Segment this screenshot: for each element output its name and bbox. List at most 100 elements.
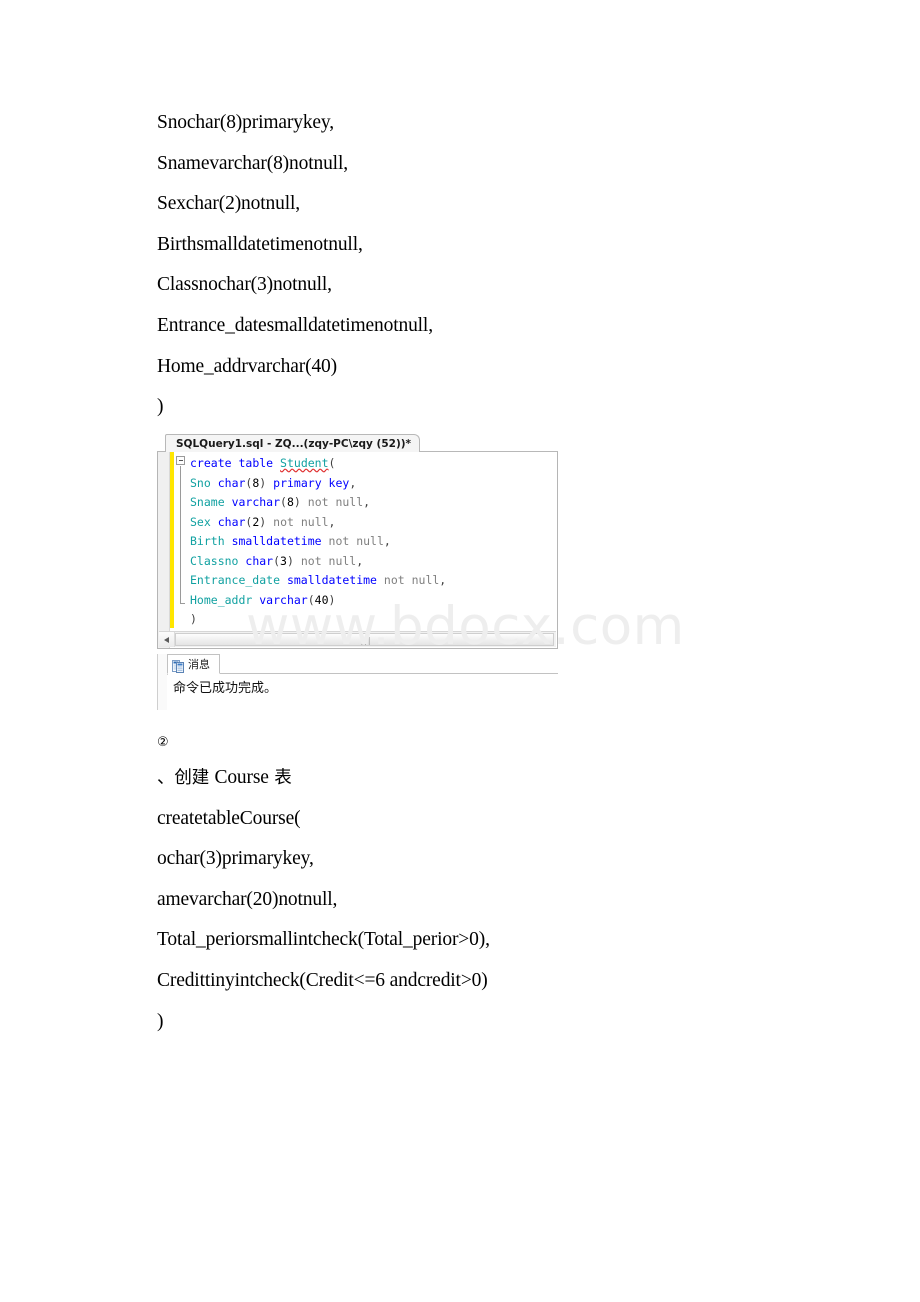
code-token: not null	[307, 495, 364, 509]
results-tabbar: 消息	[167, 654, 558, 674]
messages-grid-icon	[172, 658, 184, 673]
code-token: (	[280, 495, 287, 509]
messages-tab-label: 消息	[188, 658, 210, 671]
section-marker: ②	[157, 735, 169, 750]
code-token: ,	[328, 514, 336, 529]
code-token: Sno	[190, 475, 211, 490]
code-token: )	[259, 475, 274, 490]
code-token: ,	[363, 495, 371, 509]
code-token: )	[328, 592, 336, 607]
code-token: )	[190, 612, 197, 626]
doc-line: Entrance_datesmalldatetimenotnull,	[157, 314, 433, 336]
tab-messages[interactable]: 消息	[167, 654, 220, 674]
grip-dots-icon: |||	[360, 636, 372, 645]
doc-line: Classnochar(3)notnull,	[157, 274, 332, 296]
code-token: char	[217, 514, 246, 529]
doc-line: Snamevarchar(8)notnull,	[157, 152, 348, 174]
code-token: not null	[273, 514, 329, 529]
code-token: ,	[356, 553, 364, 568]
editor-tabstrip: SQLQuery1.sql - ZQ...(zqy-PC\zqy (52))*	[157, 432, 558, 452]
doc-line: )	[157, 1010, 164, 1032]
code-token: (	[273, 553, 281, 568]
code-line: Sname varchar(8) not null,	[190, 493, 446, 513]
sql-code-editor[interactable]: create table Student(Sno char(8) primary…	[157, 452, 558, 649]
code-line: )	[190, 610, 446, 630]
code-token: Home_addr	[190, 592, 253, 607]
code-token: (	[328, 456, 336, 470]
code-line: Sex char(2) not null,	[190, 513, 446, 533]
code-token: primary key	[273, 475, 350, 490]
doc-line: Credittinyintcheck(Credit<=6 andcredit>0…	[157, 969, 488, 991]
code-token: Entrance_date	[190, 573, 281, 587]
doc-line: ochar(3)primarykey,	[157, 848, 314, 870]
section-heading-lead: 、创建	[157, 768, 215, 788]
code-token: smalldatetime	[286, 573, 377, 587]
results-message-body: 命令已成功完成。	[167, 675, 558, 710]
code-token: smalldatetime	[231, 534, 322, 548]
tab-sqlquery1[interactable]: SQLQuery1.sql - ZQ...(zqy-PC\zqy (52))*	[165, 434, 421, 452]
code-token: )	[286, 553, 301, 568]
doc-line: Sexchar(2)notnull,	[157, 193, 300, 215]
code-token: not null	[300, 553, 357, 568]
code-token: Classno	[190, 553, 239, 568]
code-token: 40	[314, 592, 329, 607]
code-line: Home_addr varchar(40)	[190, 591, 446, 611]
code-token: char	[245, 553, 274, 568]
results-tabbar-baseline	[167, 673, 558, 674]
doc-line: Snochar(8)primarykey,	[157, 112, 334, 133]
doc-line: Home_addrvarchar(40)	[157, 355, 337, 377]
code-text: create table Student(Sno char(8) primary…	[190, 454, 446, 630]
code-line: create table Student(	[190, 454, 446, 474]
document-bottom-text-block: ② 、创建 Course 表 createtableCourse( ochar(…	[157, 728, 777, 1042]
code-token: create	[190, 456, 232, 470]
doc-line: createtableCourse(	[157, 807, 301, 829]
doc-line: amevarchar(20)notnull,	[157, 888, 338, 910]
editor-horizontal-scrollbar[interactable]: |||	[159, 631, 556, 647]
command-status-message: 命令已成功完成。	[173, 681, 278, 696]
doc-line: )	[157, 396, 164, 418]
code-token: ,	[439, 573, 447, 587]
ssms-screenshot: SQLQuery1.sql - ZQ...(zqy-PC\zqy (52))* …	[157, 432, 558, 715]
code-token: )	[293, 495, 308, 509]
doc-line: Birthsmalldatetimenotnull,	[157, 233, 363, 255]
code-line: Entrance_date smalldatetime not null,	[190, 571, 446, 591]
code-token: not null	[383, 573, 440, 587]
outline-region-line	[180, 466, 181, 604]
code-token: varchar	[231, 495, 281, 509]
section-heading-table-name: Course	[214, 767, 269, 788]
code-token: 3	[280, 553, 287, 568]
section-heading: 、创建 Course 表	[157, 758, 777, 799]
code-token: char	[217, 475, 246, 490]
outlining-column	[175, 452, 188, 628]
section-heading-tail: 表	[268, 768, 292, 788]
code-token: ,	[383, 534, 391, 548]
scroll-left-arrow-icon[interactable]	[159, 632, 175, 647]
code-token: Sname	[190, 495, 225, 509]
code-token: not null	[328, 534, 384, 548]
results-pane: 消息 命令已成功完成。	[157, 654, 558, 710]
code-token: varchar	[259, 592, 308, 607]
code-token: table	[238, 456, 274, 470]
code-token: Birth	[190, 534, 225, 548]
selection-margin	[158, 452, 170, 648]
code-token: ,	[349, 475, 357, 490]
code-token: Student	[280, 456, 329, 470]
code-token: Sex	[190, 514, 211, 529]
doc-line: Total_periorsmallintcheck(Total_perior>0…	[157, 929, 490, 951]
code-line: Classno char(3) not null,	[190, 552, 446, 572]
unsaved-change-bar	[170, 452, 174, 628]
scrollbar-thumb[interactable]: |||	[175, 633, 554, 646]
outline-region-foot	[180, 603, 185, 604]
code-line: Sno char(8) primary key,	[190, 474, 446, 494]
collapse-toggle-icon[interactable]	[176, 456, 185, 465]
document-top-text-block: Snochar(8)primarykey, Snamevarchar(8)not…	[157, 103, 777, 428]
code-token: )	[259, 514, 274, 529]
code-token: 8	[286, 495, 294, 509]
code-line: Birth smalldatetime not null,	[190, 532, 446, 552]
